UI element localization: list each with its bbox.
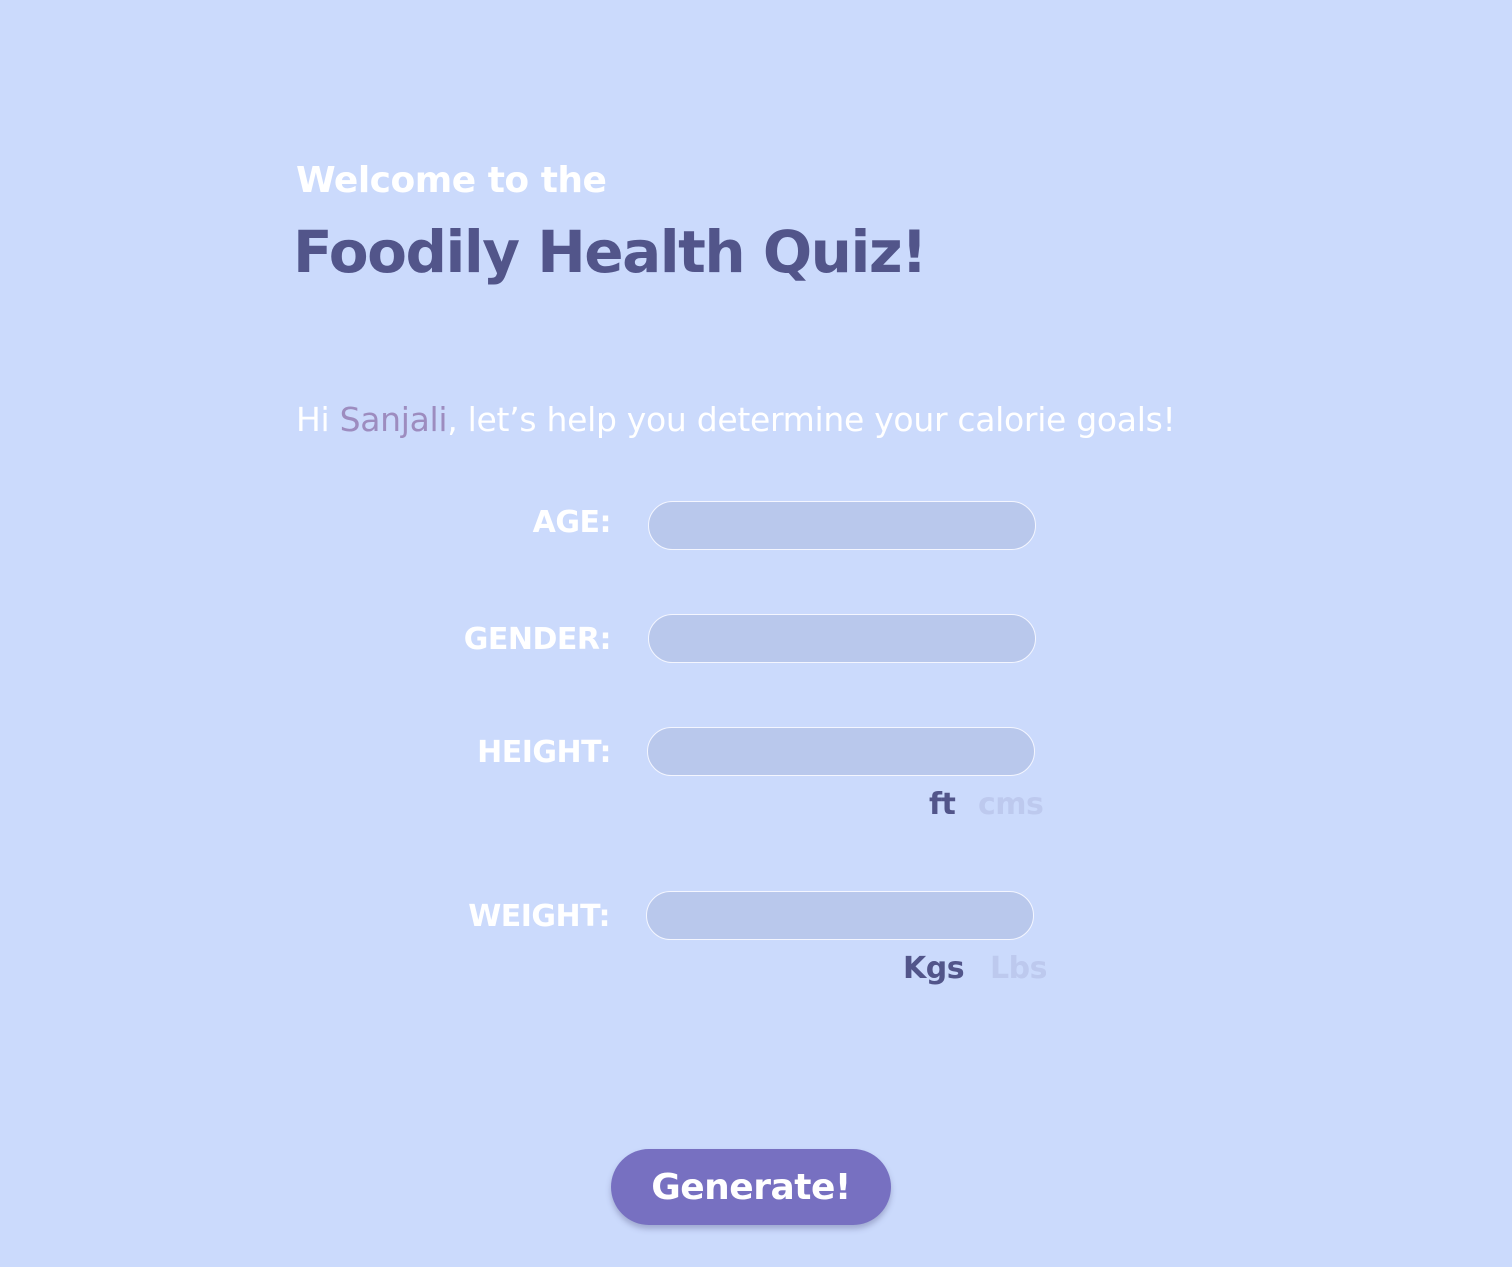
greeting-suffix: , let’s help you determine your calorie …: [447, 400, 1176, 439]
height-unit-cms[interactable]: cms: [978, 787, 1044, 822]
height-label: HEIGHT:: [477, 735, 611, 770]
weight-input[interactable]: [646, 891, 1034, 940]
weight-unit-kgs[interactable]: Kgs: [903, 951, 965, 986]
weight-unit-lbs[interactable]: Lbs: [990, 951, 1047, 986]
greeting-text: Hi Sanjali, let’s help you determine you…: [296, 400, 1176, 439]
age-label: AGE:: [532, 505, 612, 540]
age-input[interactable]: [648, 501, 1036, 550]
weight-label: WEIGHT:: [468, 899, 610, 934]
generate-button[interactable]: Generate!: [611, 1149, 891, 1225]
height-input[interactable]: [647, 727, 1035, 776]
gender-input[interactable]: [648, 614, 1036, 663]
greeting-prefix: Hi: [296, 400, 340, 439]
gender-label: GENDER:: [463, 622, 612, 657]
height-unit-ft[interactable]: ft: [929, 787, 956, 822]
welcome-subtitle: Welcome to the: [296, 160, 607, 201]
user-name: Sanjali: [339, 400, 448, 439]
page-title: Foodily Health Quiz!: [293, 218, 928, 286]
